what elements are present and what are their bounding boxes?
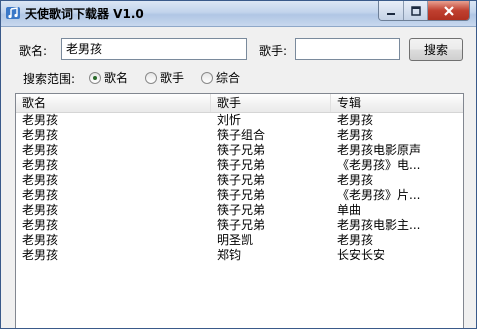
- table-row[interactable]: 老男孩 筷子兄弟 老男孩: [16, 173, 463, 188]
- close-icon: [443, 5, 454, 16]
- cell-singer: 筷子兄弟: [217, 218, 266, 232]
- music-note-icon: [6, 7, 20, 19]
- minimize-button[interactable]: [379, 1, 403, 20]
- maximize-icon: [410, 5, 421, 16]
- list-header: 歌名 歌手 专辑: [16, 94, 463, 113]
- list-rows: 老男孩 刘忻 老男孩 老男孩 筷子组合 老男孩 老男孩 筷子兄弟 老男孩电影原声 老男孩 筷子…: [16, 113, 463, 263]
- radio-song-label: 歌名: [104, 71, 129, 85]
- table-row[interactable]: 老男孩 筷子兄弟 老男孩电影主...: [16, 218, 463, 233]
- window-title: 天使歌词下载器 V1.0: [25, 7, 144, 21]
- cell-singer: 筷子兄弟: [217, 158, 266, 172]
- singer-input[interactable]: [295, 38, 400, 60]
- main-window: 天使歌词下载器 V1.0 歌名: 老男孩 歌手: 搜索 搜索范围: 歌名 歌手 …: [0, 0, 477, 329]
- cell-album: 老男孩: [337, 233, 374, 247]
- minimize-icon: [387, 12, 395, 15]
- radio-song-circle[interactable]: [89, 71, 101, 84]
- cell-album: 老男孩电影主...: [337, 218, 421, 232]
- column-header-album[interactable]: 专辑: [331, 94, 463, 112]
- search-button[interactable]: 搜索: [409, 38, 463, 61]
- close-button[interactable]: [427, 1, 469, 20]
- cell-album: 老男孩电影原声: [337, 143, 422, 157]
- cell-album: 单曲: [337, 203, 362, 217]
- cell-singer: 筷子兄弟: [217, 188, 266, 202]
- cell-album: 老男孩: [337, 128, 374, 142]
- table-row[interactable]: 老男孩 筷子兄弟 《老男孩》电...: [16, 158, 463, 173]
- column-header-singer[interactable]: 歌手: [211, 94, 331, 112]
- cell-album: 老男孩: [337, 113, 374, 127]
- radio-combined-label: 综合: [216, 71, 241, 85]
- table-row[interactable]: 老男孩 刘忻 老男孩: [16, 113, 463, 128]
- cell-singer: 筷子组合: [217, 128, 266, 142]
- cell-album: 老男孩: [337, 173, 374, 187]
- radio-combined[interactable]: 综合: [201, 69, 240, 86]
- cell-song: 老男孩: [22, 128, 59, 142]
- cell-song: 老男孩: [22, 143, 59, 157]
- table-row[interactable]: 老男孩 筷子兄弟 单曲: [16, 203, 463, 218]
- radio-song[interactable]: 歌名: [89, 69, 128, 86]
- cell-singer: 筷子兄弟: [217, 203, 266, 217]
- window-controls: [378, 1, 470, 21]
- cell-singer: 郑钧: [217, 248, 242, 262]
- singer-label: 歌手:: [259, 44, 288, 58]
- maximize-button[interactable]: [403, 1, 427, 20]
- scope-label: 搜索范围:: [23, 72, 76, 86]
- cell-song: 老男孩: [22, 248, 59, 262]
- cell-singer: 筷子兄弟: [217, 143, 266, 157]
- table-row[interactable]: 老男孩 筷子兄弟 《老男孩》片...: [16, 188, 463, 203]
- radio-combined-circle[interactable]: [201, 71, 213, 84]
- table-row[interactable]: 老男孩 明圣凯 老男孩: [16, 233, 463, 248]
- cell-song: 老男孩: [22, 188, 59, 202]
- cell-singer: 筷子兄弟: [217, 173, 266, 187]
- cell-song: 老男孩: [22, 203, 59, 217]
- title-bar[interactable]: 天使歌词下载器 V1.0: [1, 1, 476, 27]
- column-header-song[interactable]: 歌名: [16, 94, 211, 112]
- cell-album: 《老男孩》电...: [337, 158, 421, 172]
- cell-song: 老男孩: [22, 173, 59, 187]
- table-row[interactable]: 老男孩 筷子组合 老男孩: [16, 128, 463, 143]
- radio-singer[interactable]: 歌手: [145, 69, 184, 86]
- cell-singer: 刘忻: [217, 113, 242, 127]
- cell-song: 老男孩: [22, 158, 59, 172]
- results-list[interactable]: 歌名 歌手 专辑 老男孩 刘忻 老男孩 老男孩 筷子组合 老男孩 老男孩 筷子兄弟 老男孩电…: [15, 93, 464, 328]
- song-label: 歌名:: [19, 44, 48, 58]
- cell-album: 长安长安: [337, 248, 386, 262]
- cell-singer: 明圣凯: [217, 233, 254, 247]
- cell-song: 老男孩: [22, 218, 59, 232]
- radio-singer-label: 歌手: [160, 71, 185, 85]
- cell-song: 老男孩: [22, 233, 59, 247]
- radio-singer-circle[interactable]: [145, 71, 157, 84]
- table-row[interactable]: 老男孩 郑钧 长安长安: [16, 248, 463, 263]
- table-row[interactable]: 老男孩 筷子兄弟 老男孩电影原声: [16, 143, 463, 158]
- cell-song: 老男孩: [22, 113, 59, 127]
- cell-album: 《老男孩》片...: [337, 188, 421, 202]
- song-input[interactable]: 老男孩: [61, 38, 247, 60]
